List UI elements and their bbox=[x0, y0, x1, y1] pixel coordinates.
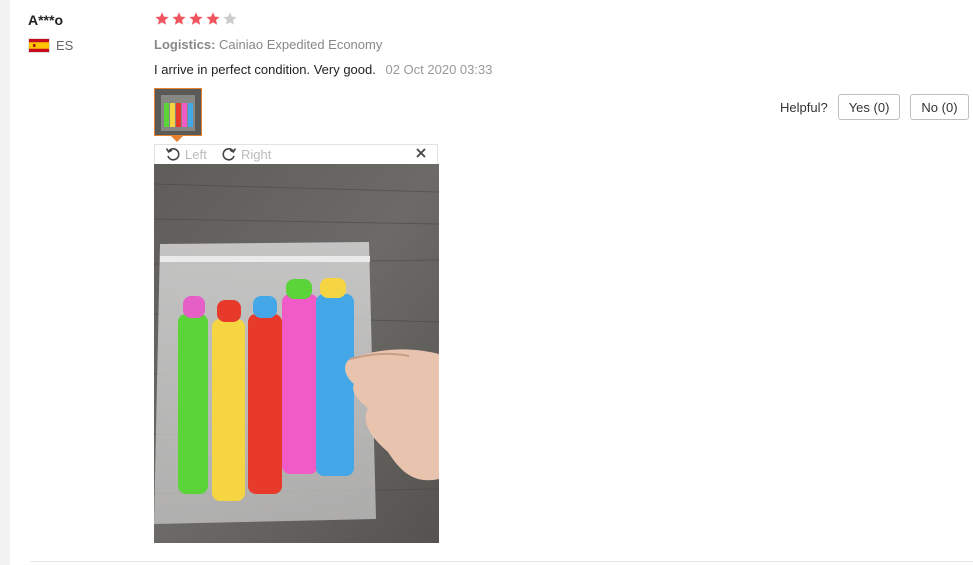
thumbnail-selected-pointer bbox=[171, 136, 183, 142]
logistics-label: Logistics: bbox=[154, 37, 216, 52]
review-content: I arrive in perfect condition. Very good… bbox=[154, 62, 492, 77]
star-rating bbox=[154, 11, 238, 27]
country-code: ES bbox=[56, 38, 74, 53]
helpful-vote: Helpful? Yes (0) No (0) bbox=[780, 94, 969, 120]
star-icon bbox=[223, 12, 237, 25]
review-date: 02 Oct 2020 03:33 bbox=[385, 62, 493, 77]
left-gutter bbox=[0, 0, 10, 565]
review-divider bbox=[30, 561, 973, 562]
rotate-left-label: Left bbox=[185, 146, 207, 162]
reviewer-country: ES bbox=[28, 38, 73, 53]
star-icon bbox=[155, 12, 169, 25]
review-text: I arrive in perfect condition. Very good… bbox=[154, 62, 376, 77]
rotate-left-icon bbox=[165, 148, 180, 161]
logistics-info: Logistics: Cainiao Expedited Economy bbox=[154, 37, 382, 52]
helpful-yes-button[interactable]: Yes (0) bbox=[837, 94, 901, 120]
rotate-right-label: Right bbox=[241, 146, 272, 162]
reviewer-name: A***o bbox=[28, 12, 64, 28]
rotate-left-button[interactable]: Left bbox=[165, 146, 207, 162]
close-viewer-button[interactable] bbox=[415, 147, 427, 162]
thumbnail-image bbox=[155, 89, 201, 135]
star-icon bbox=[206, 12, 220, 25]
helpful-label: Helpful? bbox=[780, 99, 828, 115]
rotate-right-icon bbox=[222, 148, 237, 161]
review-photo-large bbox=[154, 164, 439, 543]
helpful-no-button[interactable]: No (0) bbox=[910, 94, 969, 120]
star-icon bbox=[172, 12, 186, 25]
close-icon bbox=[416, 148, 426, 158]
spain-flag-icon bbox=[28, 38, 50, 53]
logistics-value: Cainiao Expedited Economy bbox=[219, 37, 383, 52]
image-viewer-toolbar: Left Right bbox=[154, 144, 438, 164]
rotate-right-button[interactable]: Right bbox=[221, 146, 271, 162]
star-icon bbox=[189, 12, 203, 25]
review-photo-thumbnail[interactable] bbox=[154, 88, 202, 136]
